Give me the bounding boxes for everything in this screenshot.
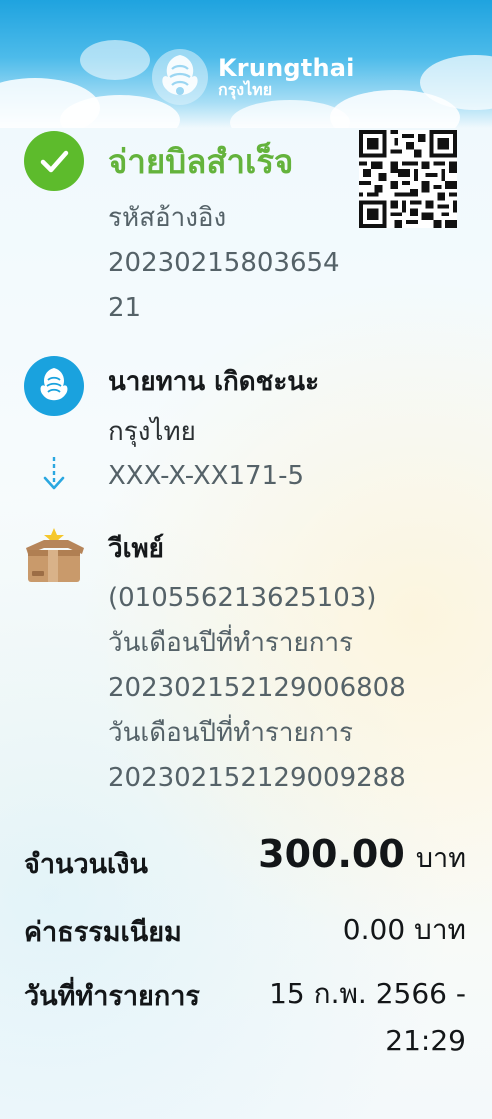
reference-label: รหัสอ้างอิง: [108, 203, 227, 233]
transaction-time: 21:29: [385, 1024, 466, 1057]
transaction-date-line1: 15 ก.พ. 2566 -: [269, 977, 466, 1010]
receiver-tax-id: (010556213625103): [108, 583, 377, 613]
amount-value: 300.00: [258, 832, 405, 876]
transaction-date-label: วันที่ทำรายการ: [24, 981, 200, 1012]
krungthai-logo-icon: [152, 49, 208, 105]
check-icon: [40, 150, 69, 173]
status-title: จ่ายบิลสำเร็จ: [108, 142, 294, 181]
fee-value: 0.00 บาท: [342, 913, 466, 946]
success-badge: [24, 131, 84, 191]
reference-number-line1: 20230215803654: [108, 248, 340, 278]
receiver-line1-label: วันเดือนปีที่ทำรายการ: [108, 628, 354, 658]
qr-code-icon[interactable]: [359, 130, 457, 228]
receiver-line2-value: 202302152129009288: [108, 763, 406, 793]
merchant-box-icon: [26, 528, 84, 582]
fee-label: ค่าธรรมเนียม: [24, 917, 182, 948]
receiver-line1-value: 202302152129006808: [108, 673, 406, 703]
brand-name: Krungthai: [218, 54, 355, 82]
amount-unit: บาท: [415, 843, 466, 874]
sender-name: นายทาน เกิดชะนะ: [108, 367, 320, 397]
receiver-line2-label: วันเดือนปีที่ทำรายการ: [108, 718, 354, 748]
krungthai-logo: Krungthai กรุงไทย: [150, 47, 355, 107]
amount-label: จำนวนเงิน: [24, 849, 148, 880]
receiver-name: วีเพย์: [108, 534, 164, 564]
sender-account: XXX-X-XX171-5: [108, 461, 305, 491]
brand-thai-name: กรุงไทย: [218, 80, 273, 99]
amount-value-group: 300.00 บาท: [258, 832, 466, 879]
cloud-decoration: [80, 40, 150, 80]
arrow-down-icon: [43, 457, 65, 490]
krungthai-logo-icon: [40, 368, 68, 401]
reference-number-line2: 21: [108, 293, 142, 323]
app-header: Krungthai กรุงไทย: [0, 0, 492, 128]
sender-bank: กรุงไทย: [108, 417, 196, 447]
sender-bank-badge: [24, 356, 84, 416]
